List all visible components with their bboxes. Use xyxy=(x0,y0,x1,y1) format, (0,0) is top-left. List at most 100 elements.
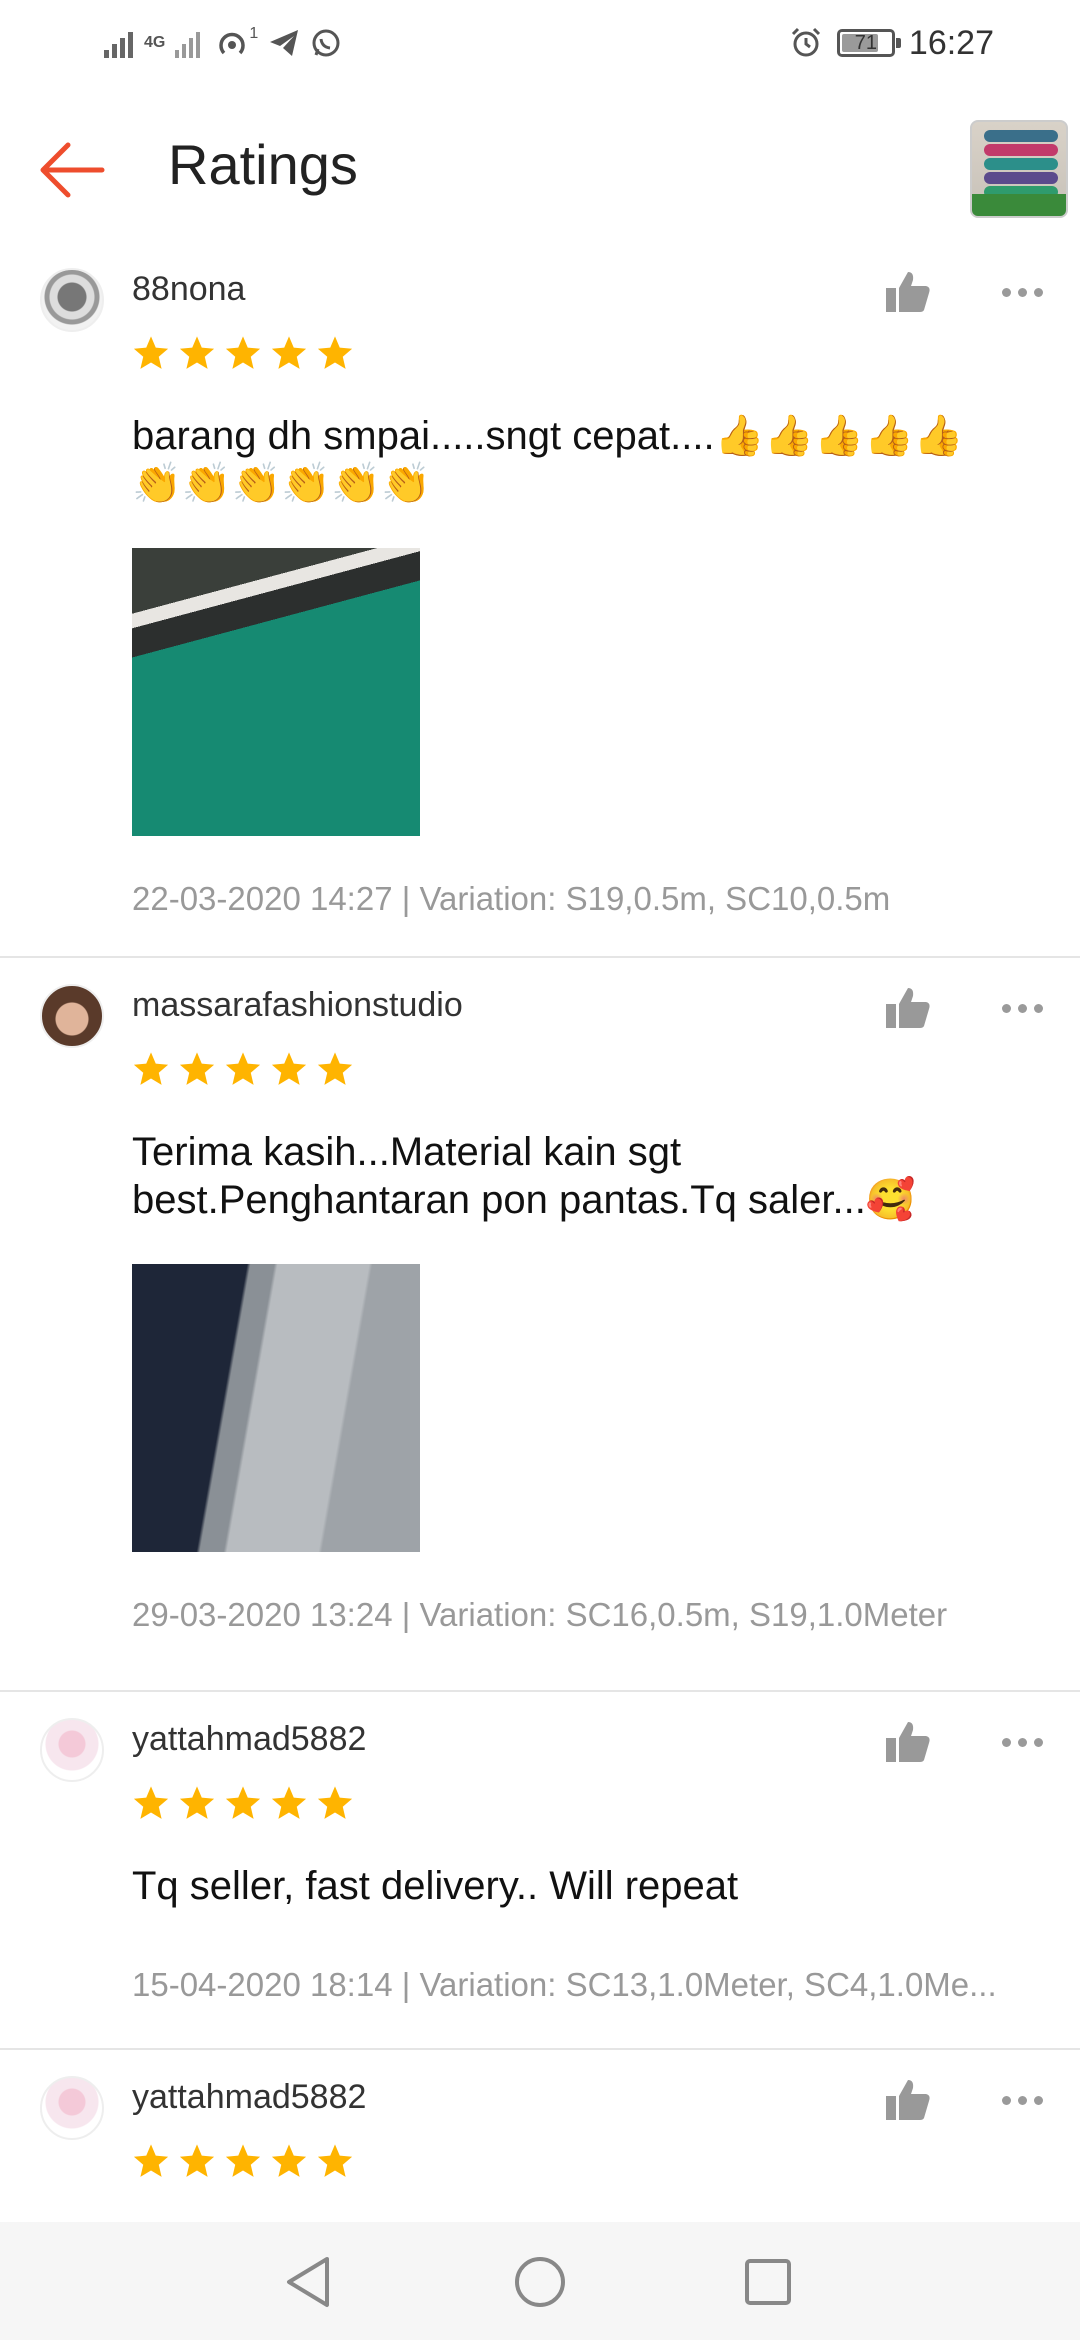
nav-recents-button[interactable] xyxy=(738,2252,798,2312)
thumbs-up-icon xyxy=(886,2080,930,2120)
status-right: 71 16:27 xyxy=(789,20,994,66)
dot-icon xyxy=(1001,2095,1011,2105)
triangle-back-icon xyxy=(287,2257,329,2307)
dot-icon xyxy=(1001,287,1011,297)
status-left: 4G 1 xyxy=(104,20,342,66)
review-item: yattahmad5882 Tq seller, fast delivery..… xyxy=(0,1692,1080,2050)
star-icon xyxy=(179,2144,215,2177)
status-bar: 4G 1 71 16:27 xyxy=(0,0,1080,84)
dot-icon xyxy=(1017,1003,1027,1013)
star-rating xyxy=(132,2142,354,2180)
star-rating xyxy=(132,1050,354,1088)
like-button[interactable] xyxy=(878,2070,938,2130)
hotspot-icon xyxy=(219,32,246,55)
header: Ratings xyxy=(0,110,1080,230)
notification-count: 1 xyxy=(249,25,259,42)
star-icon xyxy=(133,1052,169,1085)
star-icon xyxy=(179,1052,215,1085)
fabric-fold xyxy=(984,172,1058,184)
star-icon xyxy=(271,1052,307,1085)
dot-icon xyxy=(1033,287,1043,297)
dot-icon xyxy=(1033,2095,1043,2105)
review-meta: 22-03-2020 14:27 | Variation: S19,0.5m, … xyxy=(132,880,891,917)
star-icon xyxy=(225,1786,261,1819)
status-time: 16:27 xyxy=(908,23,994,62)
dot-icon xyxy=(1033,1737,1043,1747)
star-icon xyxy=(133,2144,169,2177)
star-rating xyxy=(132,1784,354,1822)
star-icon xyxy=(271,1786,307,1819)
signal-2-icon xyxy=(175,32,201,58)
more-options-button[interactable] xyxy=(990,978,1054,1038)
more-options-button[interactable] xyxy=(990,1712,1054,1772)
star-icon xyxy=(179,336,215,369)
like-button[interactable] xyxy=(878,978,938,1038)
review-item: massarafashionstudio Terima kasih...Mate… xyxy=(0,958,1080,1692)
star-icon xyxy=(179,1786,215,1819)
review-meta: 15-04-2020 18:14 | Variation: SC13,1.0Me… xyxy=(132,1966,997,2003)
review-username: 88nona xyxy=(132,270,246,308)
product-thumbnail[interactable] xyxy=(970,120,1068,218)
avatar[interactable] xyxy=(40,1718,104,1782)
fabric-fold xyxy=(984,130,1058,142)
whatsapp-icon xyxy=(312,29,340,57)
review-item: yattahmad5882 xyxy=(0,2050,1080,2230)
star-icon xyxy=(271,336,307,369)
star-icon xyxy=(225,1052,261,1085)
avatar[interactable] xyxy=(40,2076,104,2140)
nav-back-button[interactable] xyxy=(278,2252,338,2312)
star-icon xyxy=(317,1786,353,1819)
fabric-fold xyxy=(984,144,1058,156)
signal-icon xyxy=(104,32,133,58)
page-title: Ratings xyxy=(168,133,358,196)
thumbs-up-icon xyxy=(886,1722,930,1762)
back-button[interactable] xyxy=(36,134,108,206)
avatar[interactable] xyxy=(40,984,104,1048)
review-username: yattahmad5882 xyxy=(132,1720,367,1758)
review-item: 88nona barang dh smpai.....sngt cepat...… xyxy=(0,242,1080,958)
more-options-button[interactable] xyxy=(990,262,1054,322)
square-recents-icon xyxy=(745,2259,791,2305)
more-options-button[interactable] xyxy=(990,2070,1054,2130)
review-username: massarafashionstudio xyxy=(132,986,463,1024)
review-photo[interactable] xyxy=(132,548,420,836)
avatar[interactable] xyxy=(40,268,104,332)
review-photo[interactable] xyxy=(132,1264,420,1552)
network-type-label: 4G xyxy=(144,34,166,51)
arrow-left-icon xyxy=(40,142,105,198)
review-comment: Terima kasih...Material kain sgt best.Pe… xyxy=(132,1130,916,1222)
battery-icon: 71 xyxy=(836,29,901,57)
leaf-decoration xyxy=(972,194,1066,216)
dot-icon xyxy=(1001,1003,1011,1013)
star-rating xyxy=(132,334,354,372)
review-meta: 29-03-2020 13:24 | Variation: SC16,0.5m,… xyxy=(132,1596,948,1633)
thumbs-up-icon xyxy=(886,988,930,1028)
telegram-icon xyxy=(270,30,299,56)
dot-icon xyxy=(1001,1737,1011,1747)
battery-level: 71 xyxy=(854,31,878,54)
star-icon xyxy=(317,2144,353,2177)
nav-home-button[interactable] xyxy=(510,2252,570,2312)
review-comment: Tq seller, fast delivery.. Will repeat xyxy=(132,1864,739,1908)
dot-icon xyxy=(1017,1737,1027,1747)
review-username: yattahmad5882 xyxy=(132,2078,367,2116)
star-icon xyxy=(225,2144,261,2177)
thumbs-up-icon xyxy=(886,272,930,312)
fabric-fold xyxy=(984,158,1058,170)
star-icon xyxy=(317,1052,353,1085)
star-icon xyxy=(317,336,353,369)
review-comment: barang dh smpai.....sngt cepat....👍👍👍👍👍👏… xyxy=(132,414,964,506)
star-icon xyxy=(133,1786,169,1819)
like-button[interactable] xyxy=(878,262,938,322)
star-icon xyxy=(271,2144,307,2177)
circle-home-icon xyxy=(515,2257,565,2307)
dot-icon xyxy=(1033,1003,1043,1013)
alarm-icon xyxy=(791,27,820,57)
dot-icon xyxy=(1017,2095,1027,2105)
like-button[interactable] xyxy=(878,1712,938,1772)
star-icon xyxy=(225,336,261,369)
reviews-list: 88nona barang dh smpai.....sngt cepat...… xyxy=(0,242,1080,2230)
system-nav-bar xyxy=(0,2222,1080,2340)
dot-icon xyxy=(1017,287,1027,297)
star-icon xyxy=(133,336,169,369)
